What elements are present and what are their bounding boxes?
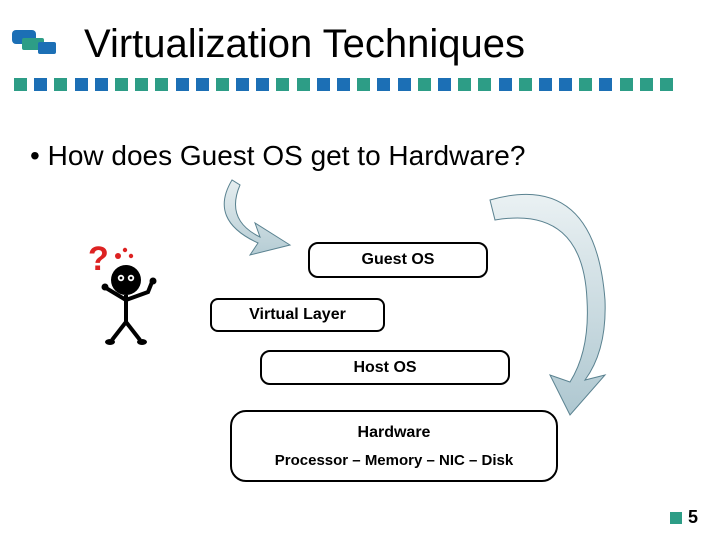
decorative-dot bbox=[478, 78, 491, 91]
decorative-dot bbox=[660, 78, 673, 91]
decorative-dot bbox=[599, 78, 612, 91]
arrow-right-icon bbox=[475, 180, 635, 430]
decorative-dot bbox=[155, 78, 168, 91]
decorative-dot bbox=[519, 78, 532, 91]
decorative-dot bbox=[276, 78, 289, 91]
decorative-dot bbox=[317, 78, 330, 91]
decorative-dot bbox=[135, 78, 148, 91]
decorative-dot bbox=[176, 78, 189, 91]
decorative-dot bbox=[640, 78, 653, 91]
decorative-dot bbox=[398, 78, 411, 91]
decorative-dot bbox=[377, 78, 390, 91]
hardware-subtitle: Processor – Memory – NIC – Disk bbox=[275, 452, 513, 469]
box-host-label: Host OS bbox=[353, 359, 416, 377]
decorative-dot bbox=[539, 78, 552, 91]
decorative-dot bbox=[559, 78, 572, 91]
box-hardware: Hardware Processor – Memory – NIC – Disk bbox=[230, 410, 558, 482]
diagram-area: ? Guest OS Virtual Layer Host OS Hardwar… bbox=[0, 190, 720, 510]
box-guest-os: Guest OS bbox=[308, 242, 488, 278]
decorative-dot bbox=[256, 78, 269, 91]
decorative-dot bbox=[115, 78, 128, 91]
hardware-title: Hardware bbox=[358, 424, 431, 442]
decorative-dot bbox=[620, 78, 633, 91]
decorative-dot-row bbox=[14, 78, 673, 91]
decorative-dot bbox=[34, 78, 47, 91]
decorative-dot bbox=[458, 78, 471, 91]
decorative-dot bbox=[75, 78, 88, 91]
box-host-os: Host OS bbox=[260, 350, 510, 385]
decorative-dot bbox=[196, 78, 209, 91]
decorative-dot bbox=[14, 78, 27, 91]
decorative-dot bbox=[95, 78, 108, 91]
decorative-dot bbox=[54, 78, 67, 91]
decorative-dot bbox=[357, 78, 370, 91]
box-guest-label: Guest OS bbox=[362, 251, 435, 269]
page-number-text: 5 bbox=[688, 507, 698, 528]
page-square-icon bbox=[670, 512, 682, 524]
decorative-dot bbox=[579, 78, 592, 91]
logo-icon bbox=[12, 26, 58, 56]
decorative-dot bbox=[236, 78, 249, 91]
decorative-dot bbox=[216, 78, 229, 91]
box-virtual-layer: Virtual Layer bbox=[210, 298, 385, 332]
decorative-dot bbox=[297, 78, 310, 91]
decorative-dot bbox=[418, 78, 431, 91]
confused-person-icon: ? bbox=[78, 240, 178, 350]
decorative-dot bbox=[438, 78, 451, 91]
box-virtual-label: Virtual Layer bbox=[249, 306, 346, 324]
page-number: 5 bbox=[670, 507, 698, 528]
svg-text:?: ? bbox=[88, 240, 109, 278]
page-title: Virtualization Techniques bbox=[84, 22, 525, 67]
decorative-dot bbox=[337, 78, 350, 91]
bullet-question: How does Guest OS get to Hardware? bbox=[30, 140, 525, 172]
decorative-dot bbox=[499, 78, 512, 91]
